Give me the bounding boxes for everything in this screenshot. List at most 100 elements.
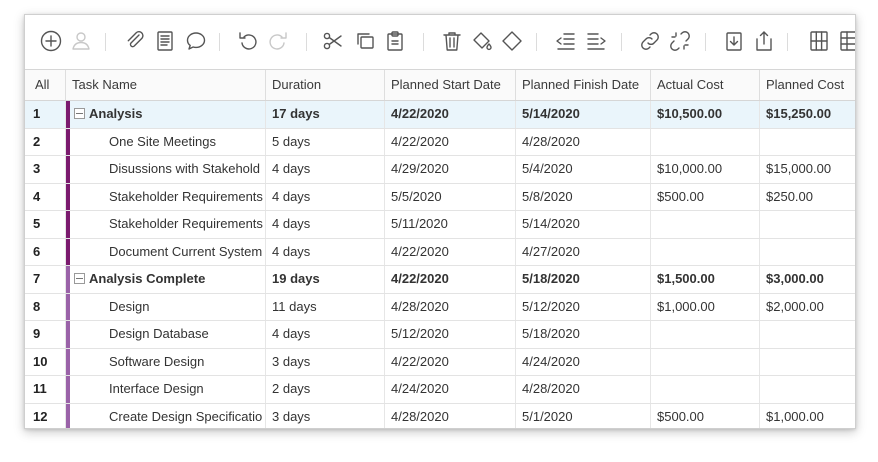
planned-finish-cell[interactable]: 4/27/2020 — [516, 238, 651, 265]
planned-cost-cell[interactable]: $2,000.00 — [760, 294, 855, 321]
actual-cost-cell[interactable]: $500.00 — [651, 403, 760, 428]
task-name-cell[interactable]: Create Design Specificatio — [66, 403, 266, 428]
task-row[interactable]: 2 One Site Meetings 5 days 4/22/2020 4/28/20… — [25, 128, 855, 156]
task-row[interactable]: 11 Interface Design 2 days 4/24/2020 4/28/20… — [25, 376, 855, 404]
actual-cost-cell[interactable] — [651, 376, 760, 403]
duration-cell[interactable]: 3 days — [266, 403, 385, 428]
summary-task-row[interactable]: 7 Analysis Complete 19 days 4/22/2020 5/18/2… — [25, 266, 855, 294]
header-planned-finish-date[interactable]: Planned Finish Date — [516, 70, 651, 100]
undo-icon[interactable] — [235, 28, 261, 54]
planned-finish-cell[interactable]: 5/1/2020 — [516, 403, 651, 428]
planned-cost-cell[interactable] — [760, 129, 855, 156]
task-name-cell[interactable]: Software Design — [66, 348, 266, 375]
fill-color-icon[interactable] — [469, 28, 495, 54]
duration-cell[interactable]: 17 days — [266, 101, 385, 128]
clear-format-icon[interactable] — [499, 28, 525, 54]
task-row[interactable]: 9 Design Database 4 days 5/12/2020 5/18/2020 — [25, 321, 855, 349]
task-name-cell[interactable]: Disussions with Stakehold — [66, 156, 266, 183]
task-name-cell[interactable]: Design Database — [66, 321, 266, 348]
link-icon[interactable] — [637, 28, 663, 54]
paste-icon[interactable] — [382, 28, 408, 54]
duration-cell[interactable]: 4 days — [266, 238, 385, 265]
planned-start-cell[interactable]: 4/22/2020 — [385, 101, 516, 128]
delete-icon[interactable] — [439, 28, 465, 54]
planned-cost-cell[interactable]: $15,000.00 — [760, 156, 855, 183]
actual-cost-cell[interactable] — [651, 348, 760, 375]
planned-start-cell[interactable]: 4/22/2020 — [385, 128, 516, 155]
columns-icon[interactable] — [806, 28, 832, 54]
planned-cost-cell[interactable]: $1,000.00 — [760, 404, 855, 429]
duration-cell[interactable]: 2 days — [266, 376, 385, 403]
actual-cost-cell[interactable]: $500.00 — [651, 183, 760, 210]
task-name-cell[interactable]: Document Current System — [66, 238, 266, 265]
planned-start-cell[interactable]: 4/22/2020 — [385, 266, 516, 293]
duration-cell[interactable]: 3 days — [266, 348, 385, 375]
select-all-header[interactable]: All — [25, 70, 66, 100]
export-icon[interactable] — [751, 28, 777, 54]
planned-start-cell[interactable]: 4/22/2020 — [385, 348, 516, 375]
task-name-cell[interactable]: Analysis — [66, 101, 266, 128]
planned-start-cell[interactable]: 4/24/2020 — [385, 376, 516, 403]
planned-start-cell[interactable]: 5/5/2020 — [385, 183, 516, 210]
planned-cost-cell[interactable] — [760, 376, 855, 403]
actual-cost-cell[interactable] — [651, 238, 760, 265]
actual-cost-cell[interactable] — [651, 211, 760, 238]
duration-cell[interactable]: 19 days — [266, 266, 385, 293]
duration-cell[interactable]: 4 days — [266, 211, 385, 238]
task-row[interactable]: 3 Disussions with Stakehold 4 days 4/29/202… — [25, 156, 855, 184]
planned-cost-cell[interactable]: $250.00 — [760, 184, 855, 211]
task-row[interactable]: 10 Software Design 3 days 4/22/2020 4/24/202… — [25, 348, 855, 376]
collapse-toggle-icon[interactable] — [74, 273, 85, 284]
table-icon[interactable] — [836, 28, 855, 54]
redo-icon[interactable] — [265, 28, 291, 54]
header-planned-cost[interactable]: Planned Cost — [760, 70, 855, 100]
add-icon[interactable] — [38, 28, 64, 54]
resource-user-icon[interactable] — [68, 28, 94, 54]
outdent-icon[interactable] — [553, 28, 579, 54]
header-actual-cost[interactable]: Actual Cost — [651, 70, 760, 100]
attachment-icon[interactable] — [122, 28, 148, 54]
planned-finish-cell[interactable]: 5/8/2020 — [516, 183, 651, 210]
task-row[interactable]: 6 Document Current System 4 days 4/22/2020 4… — [25, 238, 855, 266]
planned-finish-cell[interactable]: 5/18/2020 — [516, 321, 651, 348]
planned-cost-cell[interactable] — [760, 349, 855, 376]
cut-icon[interactable] — [320, 28, 346, 54]
header-duration[interactable]: Duration — [266, 70, 385, 100]
copy-icon[interactable] — [352, 28, 378, 54]
task-name-cell[interactable]: Stakeholder Requirements — [66, 183, 266, 210]
actual-cost-cell[interactable]: $1,000.00 — [651, 293, 760, 320]
task-name-cell[interactable]: Interface Design — [66, 376, 266, 403]
planned-finish-cell[interactable]: 4/28/2020 — [516, 376, 651, 403]
indent-icon[interactable] — [583, 28, 609, 54]
task-row[interactable]: 5 Stakeholder Requirements 4 days 5/11/2020… — [25, 211, 855, 239]
planned-start-cell[interactable]: 5/12/2020 — [385, 321, 516, 348]
task-row[interactable]: 4 Stakeholder Requirements 4 days 5/5/2020 5… — [25, 183, 855, 211]
planned-finish-cell[interactable]: 4/24/2020 — [516, 348, 651, 375]
planned-cost-cell[interactable]: $15,250.00 — [760, 101, 855, 128]
planned-finish-cell[interactable]: 5/14/2020 — [516, 211, 651, 238]
planned-finish-cell[interactable]: 5/18/2020 — [516, 266, 651, 293]
task-name-cell[interactable]: Design — [66, 293, 266, 320]
duration-cell[interactable]: 4 days — [266, 183, 385, 210]
planned-finish-cell[interactable]: 5/4/2020 — [516, 156, 651, 183]
duration-cell[interactable]: 11 days — [266, 293, 385, 320]
planned-finish-cell[interactable]: 5/12/2020 — [516, 293, 651, 320]
planned-cost-cell[interactable] — [760, 321, 855, 348]
duration-cell[interactable]: 4 days — [266, 156, 385, 183]
header-planned-start-date[interactable]: Planned Start Date — [385, 70, 516, 100]
task-row[interactable]: 8 Design 11 days 4/28/2020 5/12/2020 $1,000.0… — [25, 293, 855, 321]
duration-cell[interactable]: 4 days — [266, 321, 385, 348]
planned-start-cell[interactable]: 5/11/2020 — [385, 211, 516, 238]
duration-cell[interactable]: 5 days — [266, 128, 385, 155]
actual-cost-cell[interactable]: $10,000.00 — [651, 156, 760, 183]
planned-cost-cell[interactable] — [760, 211, 855, 238]
planned-cost-cell[interactable]: $3,000.00 — [760, 266, 855, 293]
header-task-name[interactable]: Task Name — [66, 70, 266, 100]
summary-task-row[interactable]: 1 Analysis 17 days 4/22/2020 5/14/2020 $10,50… — [25, 101, 855, 129]
task-name-cell[interactable]: Analysis Complete — [66, 266, 266, 293]
actual-cost-cell[interactable]: $10,500.00 — [651, 101, 760, 128]
notes-icon[interactable] — [152, 28, 178, 54]
task-row[interactable]: 12 Create Design Specificatio 3 days 4/28/2… — [25, 403, 855, 429]
collapse-toggle-icon[interactable] — [74, 108, 85, 119]
actual-cost-cell[interactable] — [651, 321, 760, 348]
